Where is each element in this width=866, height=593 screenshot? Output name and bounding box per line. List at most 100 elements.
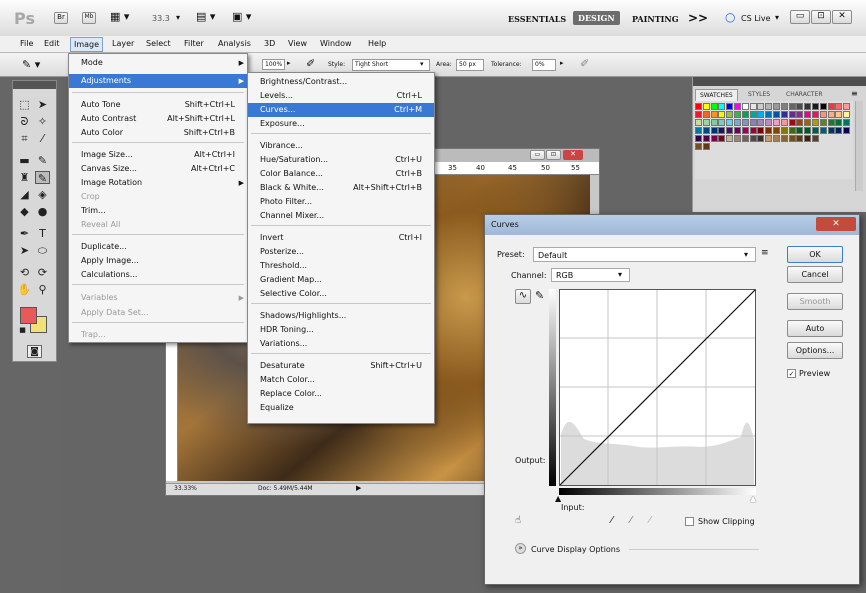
doc-info-arrow-icon[interactable]: ▶: [356, 484, 361, 492]
color-swatch[interactable]: [788, 103, 796, 110]
color-swatch[interactable]: [749, 135, 757, 142]
tolerance-stepper-icon[interactable]: ▸: [560, 59, 564, 67]
area-field[interactable]: 50 px: [456, 59, 484, 71]
image-menu-item[interactable]: Apply Data Set...: [69, 306, 247, 320]
color-swatch[interactable]: [780, 111, 788, 118]
close-button[interactable]: ✕: [832, 10, 852, 24]
color-swatch[interactable]: [796, 103, 804, 110]
quick-mask-icon[interactable]: ◙: [27, 345, 42, 358]
workspace-essentials[interactable]: ESSENTIALS: [508, 14, 566, 24]
color-swatch[interactable]: [718, 119, 726, 126]
color-swatch[interactable]: [718, 135, 726, 142]
color-swatch[interactable]: [695, 143, 702, 150]
image-menu-item[interactable]: Image Size... Alt+Ctrl+I: [69, 148, 247, 162]
clone-stamp-tool-icon[interactable]: ♜: [17, 171, 32, 184]
gray-eyedropper-icon[interactable]: ⁄: [630, 515, 632, 526]
menu-analysis[interactable]: Analysis: [218, 39, 251, 48]
type-tool-icon[interactable]: T: [35, 227, 50, 240]
adjustments-menu-item[interactable]: Match Color...: [248, 373, 434, 387]
color-swatch[interactable]: [710, 127, 718, 134]
screen-mode-icon[interactable]: ▣ ▾: [232, 10, 251, 23]
doc-zoom-field[interactable]: 33.33%: [174, 485, 197, 492]
dialog-close-icon[interactable]: ✕: [816, 217, 856, 231]
color-swatch[interactable]: [835, 119, 843, 126]
color-swatch[interactable]: [741, 103, 749, 110]
cslive-dropdown-icon[interactable]: ▾: [775, 13, 779, 22]
color-swatch[interactable]: [718, 127, 726, 134]
cslive-button[interactable]: CS Live: [741, 14, 771, 23]
menu-window[interactable]: Window: [320, 39, 352, 48]
color-swatch[interactable]: [726, 103, 734, 110]
color-swatch[interactable]: [718, 103, 726, 110]
color-swatch[interactable]: [804, 103, 812, 110]
zoom-tool-icon[interactable]: ⚲: [35, 283, 50, 296]
color-swatch[interactable]: [726, 127, 734, 134]
color-swatch[interactable]: [718, 111, 726, 118]
default-colors-icon[interactable]: ■: [15, 324, 30, 337]
workspace-design[interactable]: DESIGN: [573, 11, 620, 25]
marquee-tool-icon[interactable]: ⬚: [17, 98, 32, 111]
color-swatch[interactable]: [749, 127, 757, 134]
color-swatch[interactable]: [812, 135, 819, 142]
foreground-color-swatch[interactable]: [20, 307, 37, 324]
color-swatch[interactable]: [695, 119, 702, 126]
color-swatch[interactable]: [819, 127, 827, 134]
tab-styles[interactable]: STYLES: [745, 90, 773, 99]
workspace-painting[interactable]: PAINTING: [632, 14, 679, 24]
color-swatch[interactable]: [757, 119, 765, 126]
color-swatch[interactable]: [796, 111, 804, 118]
menu-view[interactable]: View: [288, 39, 307, 48]
color-swatch[interactable]: [812, 119, 819, 126]
healing-brush-tool-icon[interactable]: ▬: [17, 154, 32, 167]
image-menu-item[interactable]: Calculations...: [69, 268, 247, 282]
adjustments-menu-item[interactable]: Invert Ctrl+I: [248, 231, 434, 245]
color-swatch[interactable]: [734, 135, 741, 142]
options-button[interactable]: Options...: [787, 342, 843, 359]
adjustments-menu-item[interactable]: Shadows/Highlights...: [248, 309, 434, 323]
color-swatch[interactable]: [827, 111, 835, 118]
quick-selection-tool-icon[interactable]: ✧: [35, 115, 50, 128]
color-swatch[interactable]: [843, 119, 851, 126]
bridge-icon[interactable]: Br: [54, 12, 68, 24]
cancel-button[interactable]: Cancel: [787, 266, 843, 283]
color-swatch[interactable]: [726, 111, 734, 118]
adjustments-menu-item[interactable]: Levels... Ctrl+L: [248, 89, 434, 103]
image-menu-item[interactable]: Image Rotation ▶: [69, 176, 247, 190]
color-swatch[interactable]: [819, 103, 827, 110]
image-menu-item[interactable]: Auto Tone Shift+Ctrl+L: [69, 98, 247, 112]
adjustments-menu-item[interactable]: Color Balance... Ctrl+B: [248, 167, 434, 181]
menu-file[interactable]: File: [20, 39, 33, 48]
minimize-button[interactable]: ▭: [790, 10, 810, 24]
menu-filter[interactable]: Filter: [184, 39, 204, 48]
menu-help[interactable]: Help: [368, 39, 386, 48]
eyedropper-tool-icon[interactable]: ⁄: [35, 132, 50, 145]
paint-bucket-tool-icon[interactable]: ◈: [35, 188, 50, 201]
channel-select[interactable]: RGB ▾: [551, 268, 630, 282]
zoom-level[interactable]: 33.3: [152, 14, 170, 23]
adjustments-menu-item[interactable]: Desaturate Shift+Ctrl+U: [248, 359, 434, 373]
color-swatch[interactable]: [773, 127, 780, 134]
lasso-tool-icon[interactable]: ᘐ: [17, 115, 32, 128]
preset-options-icon[interactable]: ≡: [761, 248, 769, 258]
image-menu-item[interactable]: Duplicate...: [69, 240, 247, 254]
color-swatch[interactable]: [827, 127, 835, 134]
image-menu-item[interactable]: Trap...: [69, 328, 247, 342]
edit-points-icon[interactable]: ∿: [515, 289, 531, 304]
color-swatch[interactable]: [835, 103, 843, 110]
color-swatch[interactable]: [843, 103, 851, 110]
color-swatch[interactable]: [843, 111, 851, 118]
color-swatch[interactable]: [773, 135, 780, 142]
color-swatch[interactable]: [827, 103, 835, 110]
more-workspaces-button[interactable]: >>: [688, 11, 708, 25]
adjustments-menu-item[interactable]: Variations...: [248, 337, 434, 351]
color-swatch[interactable]: [788, 111, 796, 118]
color-swatch[interactable]: [796, 135, 804, 142]
swatches-scrollbar[interactable]: [855, 101, 863, 191]
menu-image[interactable]: Image: [70, 37, 104, 52]
color-swatch[interactable]: [835, 111, 843, 118]
3d-orbit-tool-icon[interactable]: ⟳: [35, 266, 50, 279]
adjustments-menu-item[interactable]: Channel Mixer...: [248, 209, 434, 223]
color-swatch[interactable]: [765, 103, 773, 110]
color-swatch[interactable]: [702, 119, 710, 126]
adjustments-menu-item[interactable]: HDR Toning...: [248, 323, 434, 337]
